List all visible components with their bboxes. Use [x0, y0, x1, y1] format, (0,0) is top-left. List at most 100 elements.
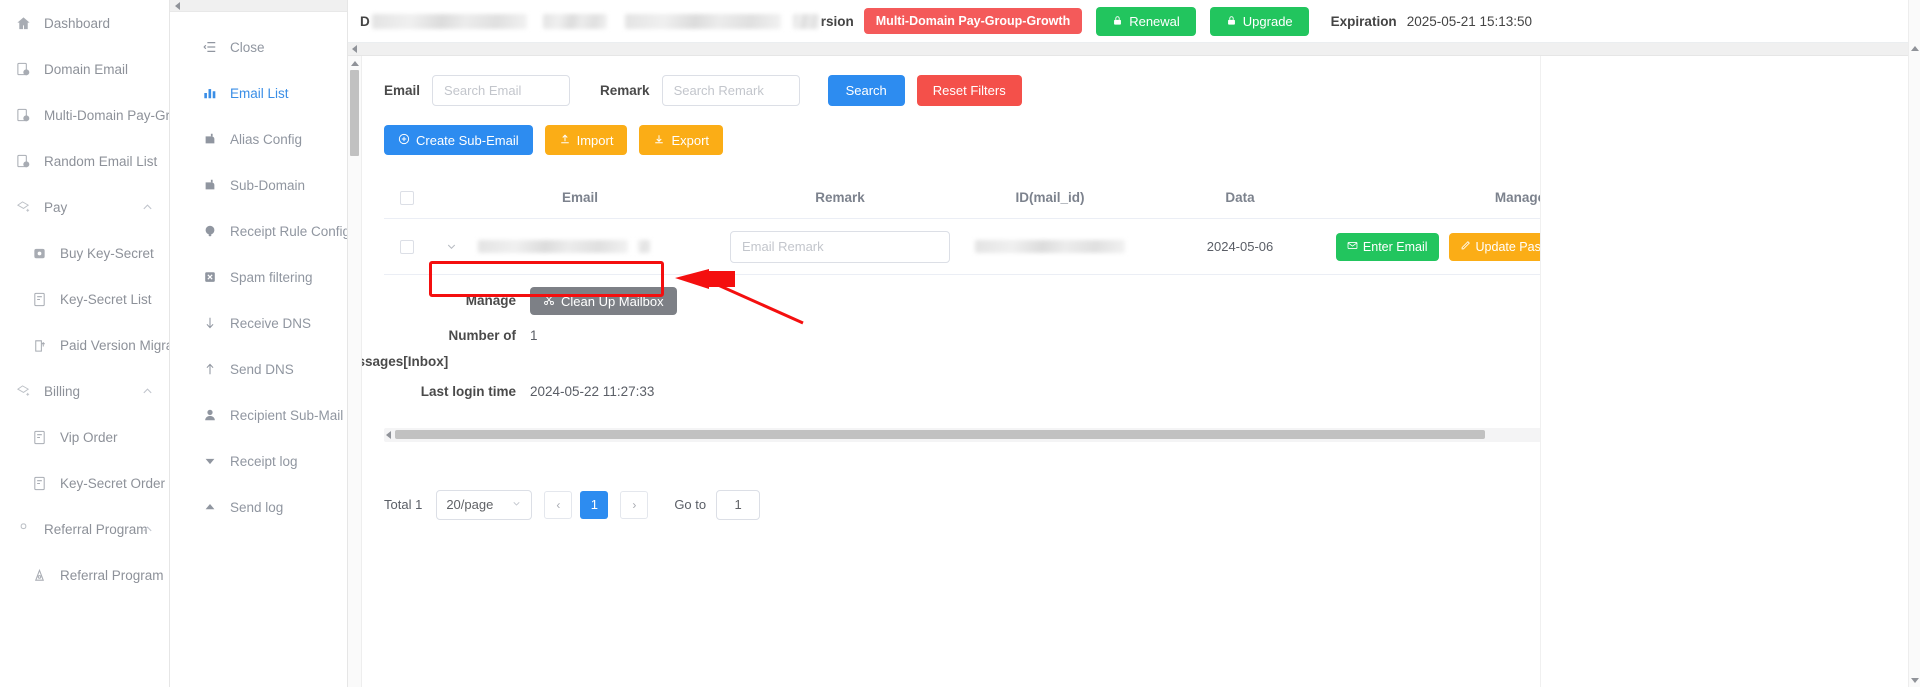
create-sub-email-button[interactable]: Create Sub-Email — [384, 125, 533, 155]
sidebar-item-label: Random Email List — [44, 153, 158, 169]
import-button[interactable]: Import — [544, 125, 628, 155]
sidebar-item-key-secret-order[interactable]: Key-Secret Order — [0, 460, 169, 506]
sidebar-item-multi-domain-pay-group[interactable]: Multi-Domain Pay-Group — [0, 92, 169, 138]
subnav-item-receipt-rule-config[interactable]: Receipt Rule Config — [170, 208, 347, 254]
sidebar-item-billing[interactable]: Billing — [0, 368, 169, 414]
domain-email-icon — [14, 60, 32, 78]
export-label: Export — [671, 132, 710, 148]
import-label: Import — [576, 132, 614, 148]
domain-email-icon — [14, 152, 32, 170]
scroll-up-arrow-icon[interactable] — [350, 61, 359, 66]
redacted-domain-1 — [371, 13, 527, 29]
search-email-input[interactable] — [432, 74, 571, 106]
subnav-item-recipient-sub-mail[interactable]: Recipient Sub-Mail — [170, 392, 347, 438]
expiration-label: Expiration — [1330, 13, 1397, 29]
sidebar-item-paid-version-migration[interactable]: Paid Version Migration — [0, 322, 169, 368]
cell-email — [472, 219, 730, 274]
renewal-button[interactable]: Renewal — [1096, 6, 1196, 36]
email-remark-input[interactable] — [730, 230, 950, 263]
scroll-left-arrow-icon[interactable] — [352, 45, 357, 53]
table-scroll-right-arrow-icon[interactable] — [1889, 430, 1894, 439]
sidebar-item-label: Key-Secret Order — [60, 475, 166, 491]
goto-page-input[interactable] — [716, 489, 761, 520]
top-horizontal-scrollbar[interactable] — [348, 43, 1920, 56]
trash-icon — [1606, 240, 1617, 254]
redacted-domain-3 — [624, 13, 781, 29]
subnav-item-spam-filtering[interactable]: Spam filtering — [170, 254, 347, 300]
sidebar-item-label: Pay — [44, 199, 68, 215]
column-header-mail-id: ID(mail_id) — [1015, 190, 1085, 205]
page-scroll-down-arrow-icon[interactable] — [1910, 678, 1919, 683]
renewal-label: Renewal — [1129, 13, 1180, 29]
pay-icon — [14, 198, 32, 216]
primary-sidebar: Dashboard Domain Email Multi-Domain Pay-… — [0, 0, 170, 687]
row-expand-toggle[interactable] — [430, 219, 472, 274]
sidebar-item-domain-email[interactable]: Domain Email — [0, 46, 169, 92]
sidebar-item-random-email-list[interactable]: Random Email List — [0, 138, 169, 184]
prev-page-button[interactable]: ‹ — [544, 490, 573, 519]
sidebar-item-dashboard[interactable]: Dashboard — [0, 0, 169, 46]
delete-email-button[interactable]: Delete Email — [1595, 232, 1705, 261]
edit-icon — [1460, 240, 1471, 254]
page-size-select[interactable]: 20/page — [436, 489, 533, 520]
pagination-total: Total 1 — [384, 497, 423, 512]
subnav-item-close[interactable]: Close — [170, 24, 347, 70]
table-scroll-left-arrow-icon[interactable] — [386, 430, 391, 439]
sidebar-item-referral-program[interactable]: Referral Program — [0, 552, 169, 598]
action-bar: Create Sub-Email Import Export — [384, 125, 1920, 155]
subnav-item-receipt-log[interactable]: Receipt log — [170, 438, 347, 484]
subnav-item-sub-domain[interactable]: Sub-Domain — [170, 162, 347, 208]
table-scrollbar-thumb[interactable] — [395, 430, 1485, 439]
row-checkbox[interactable] — [400, 239, 414, 254]
sidebar-item-referral-program-group[interactable]: Referral Program — [0, 506, 169, 552]
sidebar-item-key-secret-list[interactable]: Key-Secret List — [0, 276, 169, 322]
enter-email-button[interactable]: Enter Email — [1335, 232, 1439, 261]
subnav-item-receive-dns[interactable]: Receive DNS — [170, 300, 347, 346]
list-icon — [30, 290, 48, 308]
table-horizontal-scrollbar[interactable] — [384, 427, 1898, 442]
redacted-email — [478, 240, 628, 253]
scrollbar-thumb[interactable] — [350, 70, 359, 156]
cell-manage: Enter Email Update Password Delete Email — [1330, 219, 1710, 274]
export-button[interactable]: Export — [639, 125, 724, 155]
sidebar-item-buy-key-secret[interactable]: Buy Key-Secret — [0, 230, 169, 276]
select-all-checkbox[interactable] — [400, 190, 414, 205]
page-size-value: 20/page — [446, 497, 494, 512]
reset-filters-button[interactable]: Reset Filters — [916, 74, 1022, 106]
detail-message-count-label-line2: messages[Inbox] — [362, 353, 449, 369]
plan-badge[interactable]: Multi-Domain Pay-Group-Growth — [863, 8, 1083, 34]
enter-email-label: Enter Email — [1362, 239, 1428, 254]
subnav-collapse-bar[interactable] — [170, 0, 347, 12]
email-filter-label: Email — [384, 82, 421, 98]
page-scroll-up-arrow-icon[interactable] — [1910, 46, 1919, 51]
update-password-button[interactable]: Update Password — [1448, 232, 1586, 261]
page-number-1[interactable]: 1 — [580, 490, 609, 519]
subnav-item-alias-config[interactable]: Alias Config — [170, 116, 347, 162]
subnav-item-email-list[interactable]: Email List — [170, 70, 347, 116]
next-page-button[interactable]: › — [620, 490, 649, 519]
detail-last-login-label: Last login time — [420, 383, 516, 399]
spam-icon — [202, 269, 218, 285]
subnav-item-send-log[interactable]: Send log — [170, 484, 347, 530]
clean-up-mailbox-button[interactable]: Clean Up Mailbox — [530, 287, 677, 315]
sidebar-item-label: Paid Version Migration — [60, 337, 169, 353]
detail-message-count-label: Number of messages[Inbox] — [362, 326, 530, 372]
email-table: Email Remark ID(mail_id) Data Manage Ema… — [362, 177, 1920, 442]
main-area: D rsion Multi-Domain Pay-Group-Growth Re… — [348, 0, 1920, 687]
pay-icon — [14, 382, 32, 400]
sidebar-item-pay[interactable]: Pay — [0, 184, 169, 230]
subnav-item-send-dns[interactable]: Send DNS — [170, 346, 347, 392]
sidebar-item-vip-order[interactable]: Vip Order — [0, 414, 169, 460]
plus-circle-icon — [398, 133, 410, 148]
table-header-row: Email Remark ID(mail_id) Data Manage — [384, 177, 1920, 219]
row-checkbox-cell — [384, 219, 430, 274]
content-vertical-scrollbar[interactable] — [348, 56, 362, 687]
column-header-data: Data — [1225, 190, 1255, 205]
upgrade-button[interactable]: Upgrade — [1209, 6, 1309, 36]
subnav-item-label: Recipient Sub-Mail — [230, 407, 344, 423]
page-vertical-scrollbar[interactable] — [1908, 0, 1920, 687]
search-remark-input[interactable] — [661, 74, 800, 106]
scissors-icon — [543, 294, 555, 309]
redacted-email-tag — [638, 240, 650, 253]
search-button[interactable]: Search — [827, 74, 905, 106]
